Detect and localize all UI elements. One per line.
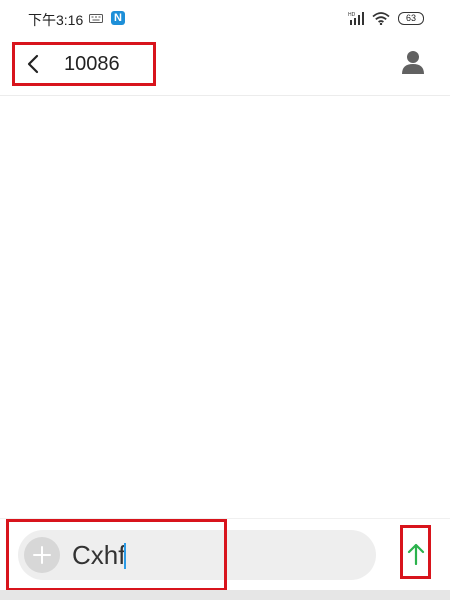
- keyboard-icon: [89, 14, 103, 23]
- chevron-left-icon[interactable]: [26, 54, 40, 74]
- composer-bar: Cxhf: [0, 518, 450, 591]
- notification-badge: N: [111, 11, 125, 25]
- signal-icon: HD: [348, 12, 364, 25]
- status-time: 下午3:16: [28, 12, 84, 28]
- message-input-field[interactable]: Cxhf: [18, 530, 376, 580]
- signal-hd-label: HD: [348, 12, 356, 18]
- battery-icon: 63: [398, 12, 424, 25]
- message-thread[interactable]: [0, 96, 450, 518]
- send-button[interactable]: [400, 525, 431, 579]
- plus-icon[interactable]: [24, 537, 60, 573]
- arrow-up-icon[interactable]: [407, 543, 425, 565]
- back-button[interactable]: 10086: [12, 42, 156, 86]
- person-icon[interactable]: [402, 50, 424, 74]
- text-caret: [124, 543, 126, 569]
- message-input[interactable]: Cxhf: [72, 538, 125, 572]
- status-bar: 下午3:16 N HD 63: [0, 0, 450, 36]
- wifi-icon: [372, 12, 390, 25]
- contact-title: 10086: [64, 53, 120, 75]
- navigation-bar: [0, 590, 450, 600]
- conversation-header: 10086: [0, 36, 450, 96]
